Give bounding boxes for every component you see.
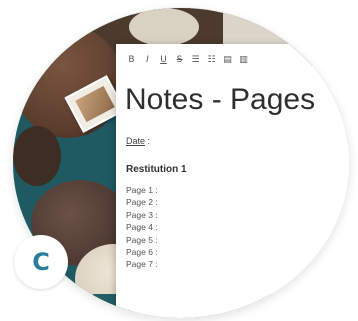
cream-plate (223, 8, 349, 48)
screenshot-stage: B I U S ☰ ☷ ▤ ▥ Notes - Pages Date : Res… (0, 0, 358, 321)
indent-icon[interactable]: ▤ (222, 54, 233, 66)
strikethrough-icon[interactable]: S (174, 54, 185, 66)
dark-cookie-edge (13, 126, 61, 186)
letter-badge: C (14, 235, 68, 289)
list-item-page-5[interactable]: Page 5 : (126, 234, 158, 246)
section-heading: Restitution 1 (126, 164, 187, 175)
outdent-icon[interactable]: ▥ (238, 54, 249, 66)
bullet-list-icon[interactable]: ☰ (190, 54, 201, 66)
bold-icon[interactable]: B (126, 54, 137, 66)
underline-icon[interactable]: U (158, 54, 169, 66)
list-item-page-1[interactable]: Page 1 : (126, 184, 158, 196)
date-field-label[interactable]: Date : (126, 136, 150, 146)
list-item-page-6[interactable]: Page 6 : (126, 246, 158, 258)
list-item-page-4[interactable]: Page 4 : (126, 221, 158, 233)
date-label-colon: : (147, 136, 151, 146)
page-notes-list: Page 1 : Page 2 : Page 3 : Page 4 : Page… (126, 184, 158, 271)
cream-cookie-top (129, 8, 199, 46)
list-item-page-3[interactable]: Page 3 : (126, 209, 158, 221)
notes-document[interactable]: B I U S ☰ ☷ ▤ ▥ Notes - Pages Date : Res… (116, 44, 349, 318)
numbered-list-icon[interactable]: ☷ (206, 54, 217, 66)
formatting-toolbar: B I U S ☰ ☷ ▤ ▥ (126, 53, 249, 67)
badge-letter: C (32, 248, 50, 276)
list-item-page-7[interactable]: Page 7 : (126, 258, 158, 270)
list-item-page-2[interactable]: Page 2 : (126, 196, 158, 208)
italic-icon[interactable]: I (142, 54, 153, 66)
date-label-text: Date (126, 136, 146, 146)
document-title: Notes - Pages (125, 83, 316, 116)
